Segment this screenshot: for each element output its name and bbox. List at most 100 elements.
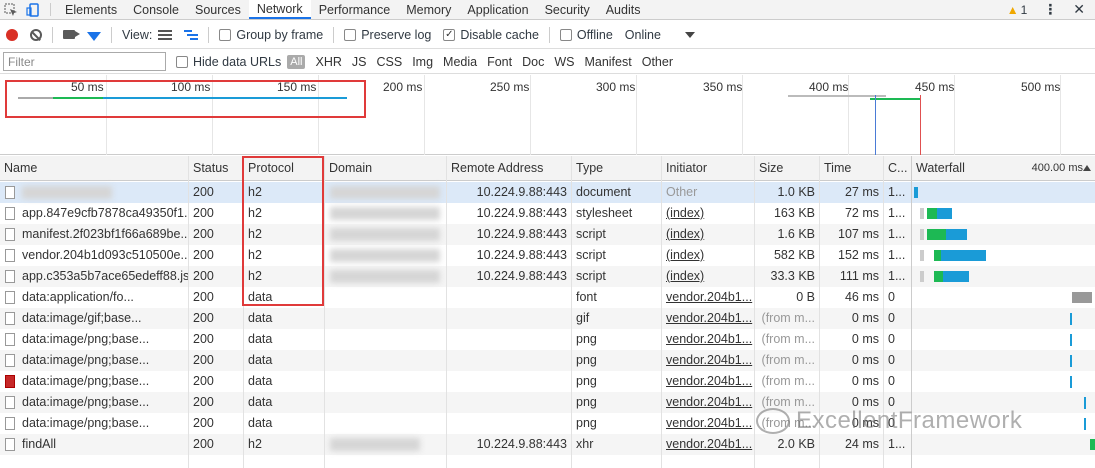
cell-connection: 0 bbox=[888, 353, 895, 367]
filter-type-img[interactable]: Img bbox=[412, 55, 433, 69]
cell-initiator[interactable]: Other bbox=[662, 182, 754, 203]
cell-status: 200 bbox=[193, 437, 214, 451]
table-row[interactable]: app.847e9cfb7878ca49350f1... 200 h2 10.224.… bbox=[0, 203, 1095, 224]
tab-security[interactable]: Security bbox=[537, 0, 598, 19]
column-header-domain[interactable]: Domain bbox=[325, 156, 447, 181]
cell-protocol: data bbox=[248, 332, 273, 346]
filter-type-manifest[interactable]: Manifest bbox=[584, 55, 631, 69]
cell-initiator[interactable]: vendor.204b1... bbox=[662, 329, 754, 350]
cell-initiator[interactable]: vendor.204b1... bbox=[662, 413, 754, 434]
wechat-logo-icon bbox=[756, 408, 790, 434]
waterfall-bar bbox=[1070, 313, 1072, 325]
table-row[interactable]: data:image/png;base... 200 data png vendor.2… bbox=[0, 350, 1095, 371]
tab-performance[interactable]: Performance bbox=[311, 0, 399, 19]
warnings-counter[interactable]: ▲ 1 bbox=[1007, 3, 1028, 17]
cell-initiator[interactable]: (index) bbox=[662, 245, 754, 266]
cell-name: data:application/fo... bbox=[22, 290, 134, 304]
more-options-icon[interactable]: ⋮ bbox=[1043, 1, 1057, 18]
filter-type-css[interactable]: CSS bbox=[376, 55, 402, 69]
hide-data-urls-checkbox[interactable]: Hide data URLs bbox=[176, 55, 281, 69]
tab-memory[interactable]: Memory bbox=[398, 0, 459, 19]
cell-initiator[interactable]: (index) bbox=[662, 266, 754, 287]
cell-name: data:image/png;base... bbox=[22, 332, 150, 346]
tab-network[interactable]: Network bbox=[248, 0, 311, 19]
cell-name: data:image/png;base... bbox=[22, 416, 150, 430]
close-icon[interactable]: ✕ bbox=[1073, 1, 1085, 18]
cell-protocol: data bbox=[248, 395, 273, 409]
clear-icon[interactable] bbox=[30, 28, 42, 41]
filter-type-doc[interactable]: Doc bbox=[522, 55, 544, 69]
filter-type-media[interactable]: Media bbox=[443, 55, 477, 69]
column-header-name[interactable]: Name bbox=[0, 156, 189, 181]
tab-sources[interactable]: Sources bbox=[187, 0, 249, 19]
overview-bar bbox=[788, 95, 886, 97]
tab-elements[interactable]: Elements bbox=[57, 0, 125, 19]
table-row[interactable]: data:image/gif;base... 200 data gif vendor.2… bbox=[0, 308, 1095, 329]
cell-initiator[interactable]: (index) bbox=[662, 203, 754, 224]
inspect-element-icon[interactable] bbox=[0, 0, 22, 19]
cell-time: 0 ms bbox=[851, 353, 879, 367]
column-divider bbox=[324, 156, 325, 468]
table-row[interactable]: data:application/fo... 200 data font vendor.… bbox=[0, 287, 1095, 308]
column-header-connection[interactable]: C... bbox=[884, 156, 912, 181]
column-header-remote-address[interactable]: Remote Address bbox=[447, 156, 572, 181]
column-header-time[interactable]: Time bbox=[820, 156, 884, 181]
record-icon[interactable] bbox=[6, 28, 18, 41]
cell-type: font bbox=[576, 290, 597, 304]
waterfall-bar bbox=[920, 250, 924, 261]
offline-checkbox[interactable]: Offline bbox=[559, 28, 613, 42]
table-row[interactable]: data:image/png;base... 200 data png vendor.2… bbox=[0, 329, 1095, 350]
filter-type-js[interactable]: JS bbox=[352, 55, 367, 69]
group-by-frame-checkbox[interactable]: Group by frame bbox=[219, 28, 323, 42]
preserve-log-checkbox[interactable]: Preserve log bbox=[344, 28, 431, 42]
cell-connection: 0 bbox=[888, 374, 895, 388]
chevron-down-icon[interactable] bbox=[684, 31, 695, 38]
filter-type-xhr[interactable]: XHR bbox=[315, 55, 341, 69]
cell-initiator[interactable]: vendor.204b1... bbox=[662, 308, 754, 329]
disable-cache-checkbox[interactable]: ✓ Disable cache bbox=[443, 28, 539, 42]
toolbar-separator bbox=[111, 26, 112, 43]
filter-type-ws[interactable]: WS bbox=[554, 55, 574, 69]
dom-content-loaded-line bbox=[875, 95, 876, 155]
cell-connection: 0 bbox=[888, 290, 895, 304]
sort-ascending-icon[interactable] bbox=[1083, 165, 1091, 171]
tabbar-right: ▲ 1 ⋮ ✕ bbox=[1007, 0, 1095, 19]
table-row[interactable]: findAll 200 h2 10.224.9.88:443 xhr vendor.204… bbox=[0, 434, 1095, 455]
cell-initiator[interactable]: vendor.204b1... bbox=[662, 371, 754, 392]
tab-application[interactable]: Application bbox=[459, 0, 536, 19]
device-toolbar-icon[interactable] bbox=[22, 0, 44, 19]
filter-input[interactable] bbox=[3, 52, 166, 71]
timeline-overview[interactable]: 50 ms 100 ms 150 ms 200 ms 250 ms 300 ms… bbox=[0, 75, 1095, 155]
column-header-status[interactable]: Status bbox=[189, 156, 244, 181]
tab-console[interactable]: Console bbox=[125, 0, 187, 19]
disable-cache-label: Disable cache bbox=[460, 27, 539, 42]
table-row[interactable]: vendor.204b1d093c510500e... 200 h2 10.224.9… bbox=[0, 245, 1095, 266]
filter-type-all[interactable]: All bbox=[287, 54, 306, 69]
column-header-type[interactable]: Type bbox=[572, 156, 662, 181]
cell-initiator[interactable]: vendor.204b1... bbox=[662, 287, 754, 308]
filter-type-other[interactable]: Other bbox=[642, 55, 673, 69]
column-header-waterfall[interactable]: Waterfall bbox=[912, 156, 1012, 181]
filter-type-font[interactable]: Font bbox=[487, 55, 512, 69]
column-header-size[interactable]: Size bbox=[755, 156, 820, 181]
waterfall-bar bbox=[934, 250, 941, 261]
cell-initiator[interactable]: vendor.204b1... bbox=[662, 350, 754, 371]
cell-initiator[interactable]: (index) bbox=[662, 224, 754, 245]
redacted-domain bbox=[330, 249, 440, 262]
tab-audits[interactable]: Audits bbox=[598, 0, 649, 19]
toolbar-separator bbox=[548, 26, 550, 43]
table-row[interactable]: data:image/png;base... 200 data png vendor.2… bbox=[0, 371, 1095, 392]
table-row[interactable]: 200 h2 10.224.9.88:443 document Other 1.0 KB 2… bbox=[0, 182, 1095, 203]
table-row[interactable]: app.c353a5b7ace65edeff88.js 200 h2 10.224.9… bbox=[0, 266, 1095, 287]
large-rows-icon[interactable] bbox=[158, 29, 173, 40]
filter-icon[interactable] bbox=[87, 32, 101, 41]
cell-type: stylesheet bbox=[576, 206, 633, 220]
waterfall-bar bbox=[920, 229, 924, 240]
capture-screenshots-icon[interactable] bbox=[63, 30, 80, 39]
column-header-initiator[interactable]: Initiator bbox=[662, 156, 755, 181]
overview-icon[interactable] bbox=[184, 29, 199, 40]
cell-initiator[interactable]: vendor.204b1... bbox=[662, 392, 754, 413]
cell-initiator[interactable]: vendor.204b1... bbox=[662, 434, 754, 455]
throttling-select[interactable]: Online bbox=[625, 28, 661, 42]
table-row[interactable]: manifest.2f023bf1f66a689be... 200 h2 10.224… bbox=[0, 224, 1095, 245]
